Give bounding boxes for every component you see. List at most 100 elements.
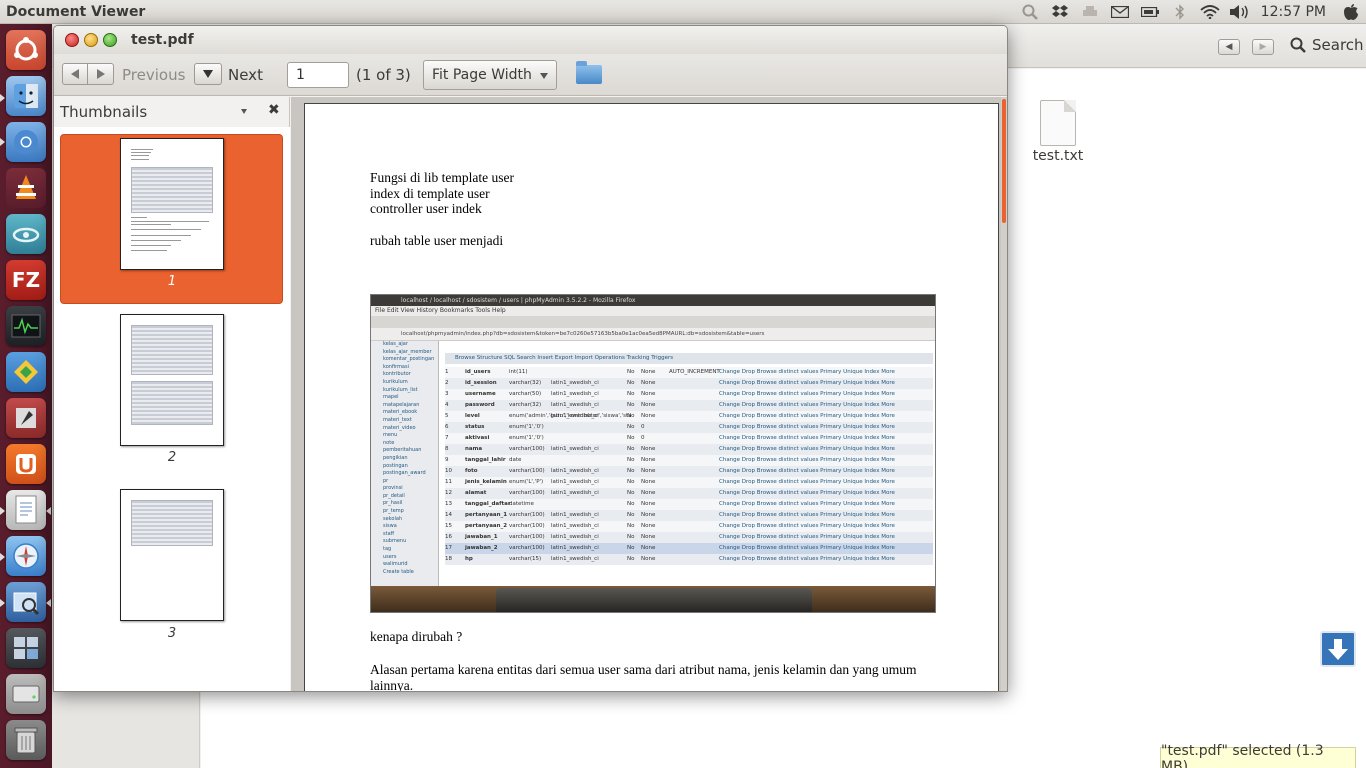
screenshot-row: 16 jawaban_1 varchar(100) latin1_swedish_ci…: [445, 532, 933, 543]
vuze-icon[interactable]: [6, 352, 46, 392]
text-file-icon[interactable]: [1040, 100, 1076, 146]
running-indicator: [0, 507, 5, 515]
network-tool-icon[interactable]: [6, 214, 46, 254]
screenshot-cell: id_session: [465, 380, 497, 386]
screenshot-cell: 3: [445, 391, 449, 397]
previous-arrow-button[interactable]: [62, 63, 88, 85]
wifi-icon[interactable]: [1195, 0, 1225, 24]
screenshot-cell: 11: [445, 479, 452, 485]
screenshot-cell: foto: [465, 468, 478, 474]
arrow-down-icon: [1328, 639, 1348, 660]
printer-icon[interactable]: [1075, 0, 1105, 24]
running-indicator: [0, 599, 5, 607]
zoom-select[interactable]: Fit Page Width: [423, 60, 557, 90]
doc-text-line: Fungsi di lib template user: [370, 170, 514, 185]
download-arrow-button[interactable]: [1320, 631, 1356, 667]
screenshot-row-actions: Change Drop Browse distinct values Prima…: [719, 402, 895, 408]
battery-icon[interactable]: [1135, 0, 1165, 24]
screenshot-cell: No: [627, 523, 635, 529]
previous-button[interactable]: Previous: [122, 66, 185, 84]
title-bar: test.pdf: [54, 26, 1007, 54]
screenshot-cell: No: [627, 534, 635, 540]
system-monitor-icon[interactable]: [6, 306, 46, 346]
safari-icon[interactable]: [6, 536, 46, 576]
volume-icon[interactable]: [1225, 0, 1255, 24]
doc-question: kenapa dirubah ?: [370, 629, 463, 644]
screenshot-row-actions: Change Drop Browse distinct values Prima…: [719, 501, 895, 507]
screenshot-table-item: note: [383, 439, 395, 446]
screenshot-cell: username: [465, 391, 496, 397]
screenshot-cell: varchar(100): [509, 512, 545, 518]
drive-icon[interactable]: [6, 674, 46, 714]
finder-icon[interactable]: [6, 76, 46, 116]
screenshot-cell: latin1_swedish_ci: [551, 556, 599, 562]
screenshot-row-actions: Change Drop Browse distinct values Prima…: [719, 512, 895, 518]
thumbnail-page-1[interactable]: [120, 138, 224, 270]
next-arrow-small-button[interactable]: [88, 63, 114, 85]
screenshot-cell: latin1_swedish_ci: [551, 391, 599, 397]
thumbnail-page-2[interactable]: [120, 314, 224, 446]
maximize-window-button[interactable]: [103, 33, 117, 47]
page-number-input[interactable]: [287, 62, 349, 88]
screenshot-row-actions: Change Drop Browse distinct values Prima…: [719, 490, 895, 496]
inkscape-icon[interactable]: [6, 398, 46, 438]
arrow-right-icon: [96, 69, 105, 79]
screenshot-cell: No: [627, 556, 635, 562]
bluetooth-icon[interactable]: [1165, 0, 1195, 24]
screenshot-cell: enum('admin','guru','kontributor','siswa…: [509, 413, 632, 419]
chromium-icon[interactable]: [6, 122, 46, 162]
preview-icon[interactable]: [6, 582, 46, 622]
screenshot-cell: 12: [445, 490, 452, 496]
ubuntu-one-icon[interactable]: [6, 444, 46, 484]
scrollbar-thumb[interactable]: [1002, 99, 1006, 223]
screenshot-menu: File Edit View History Bookmarks Tools H…: [371, 306, 935, 316]
screenshot-cell: None: [641, 391, 656, 397]
top-panel: Document Viewer 12:57 PM: [0, 0, 1366, 24]
screenshot-row: 11 jenis_kelamin enum('L','P') latin1_swedi…: [445, 477, 933, 488]
screenshot-cell: latin1_swedish_ci: [551, 380, 599, 386]
back-button[interactable]: ◀: [1218, 39, 1240, 55]
close-window-button[interactable]: [65, 33, 79, 47]
screenshot-cell: None: [641, 523, 656, 529]
thumbnail-list: 1 2 3: [54, 127, 290, 691]
screenshot-row: 18 hp varchar(15) latin1_swedish_ci No None Ch…: [445, 554, 933, 565]
apple-icon[interactable]: [1336, 0, 1366, 24]
clock[interactable]: 12:57 PM: [1255, 4, 1336, 20]
workspaces-icon[interactable]: [6, 628, 46, 668]
next-page-button[interactable]: [194, 63, 222, 85]
document-view[interactable]: Fungsi di lib template user index di tem…: [291, 97, 1007, 691]
forward-button[interactable]: ▶: [1252, 39, 1274, 55]
screenshot-cell: None: [641, 446, 656, 452]
close-sidebar-icon[interactable]: ✖: [268, 102, 280, 118]
screenshot-rows: 1 id_users int(11) No None AUTO_INCREMENTChan…: [445, 367, 933, 565]
dropbox-icon[interactable]: [1045, 0, 1075, 24]
sidebar-header[interactable]: Thumbnails ✖: [54, 97, 290, 127]
screenshot-table-item: pr_detail: [383, 492, 405, 499]
screenshot-table-item: mapel: [383, 394, 399, 401]
screenshot-cell: hp: [465, 556, 473, 562]
screenshot-cell: No: [627, 490, 635, 496]
screenshot-row: 15 pertanyaan_2 varchar(100) latin1_swedish…: [445, 521, 933, 532]
minimize-window-button[interactable]: [84, 33, 98, 47]
screenshot-row-actions: Change Drop Browse distinct values Prima…: [719, 435, 895, 441]
screenshot-table-item: kurikulum_list: [383, 386, 418, 393]
search-button[interactable]: Search: [1290, 36, 1364, 54]
vlc-icon[interactable]: [6, 168, 46, 208]
thumbnail-page-3[interactable]: [120, 489, 224, 621]
mail-icon[interactable]: [1105, 0, 1135, 24]
next-button[interactable]: Next: [228, 66, 263, 84]
document-scrollbar[interactable]: [1001, 97, 1007, 691]
search-icon[interactable]: [1015, 0, 1045, 24]
file-label[interactable]: test.txt: [1024, 148, 1092, 164]
trash-icon[interactable]: [6, 720, 46, 760]
ubuntu-home-icon[interactable]: [6, 30, 46, 70]
screenshot-cell: date: [509, 457, 522, 463]
screenshot-table-item: postingan: [383, 462, 408, 469]
filezilla-icon[interactable]: FZ: [6, 260, 46, 300]
screenshot-table-item: staff: [383, 530, 395, 537]
chevron-down-icon[interactable]: [241, 109, 247, 114]
document-viewer-icon[interactable]: [6, 490, 46, 530]
screenshot-cell: 16: [445, 534, 452, 540]
focused-indicator: [46, 507, 51, 515]
folder-icon[interactable]: [576, 61, 602, 84]
